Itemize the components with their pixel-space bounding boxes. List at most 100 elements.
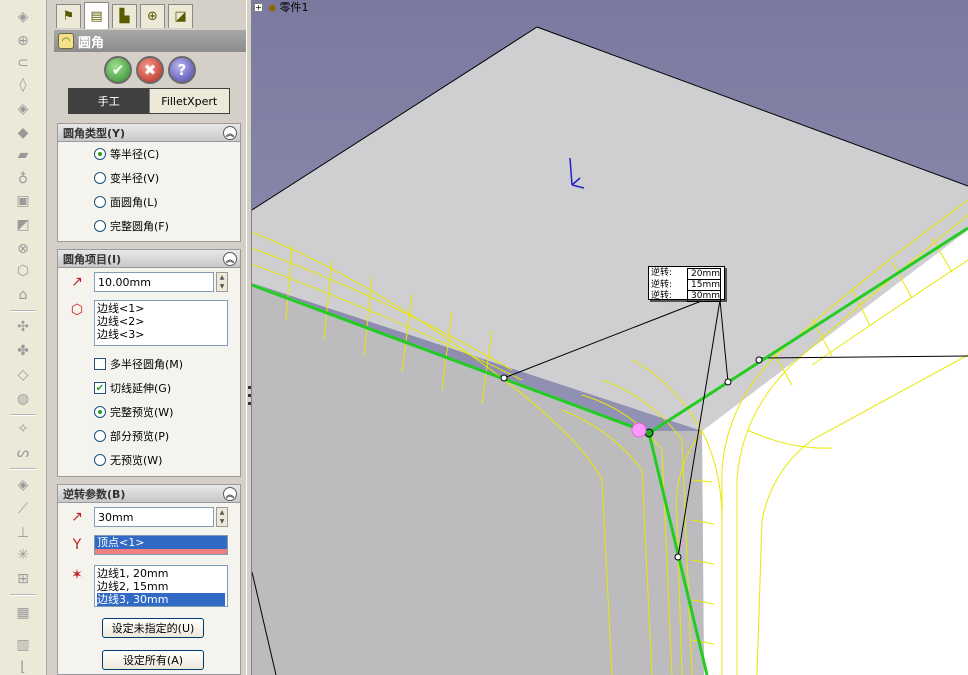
set-unassigned-button[interactable]: 设定未指定的(U) — [102, 618, 204, 638]
callout-row: 逆转: 20mm — [651, 268, 722, 280]
setback-edges-list[interactable]: 边线1, 20mm 边线2, 15mm 边线3, 30mm — [94, 565, 228, 607]
list-item[interactable]: 顶点<1> — [95, 536, 227, 549]
tab-manual[interactable]: 手工 — [69, 89, 149, 113]
pm-title-bar: ◠ 圆角 — [54, 30, 246, 52]
list-item[interactable]: 边线<2> — [97, 315, 225, 328]
collapse-chevron-icon[interactable]: ︽ — [223, 252, 237, 266]
edges-list[interactable]: 边线<1> 边线<2> 边线<3> — [94, 300, 228, 346]
configuration-manager-tab[interactable]: ▙ — [112, 4, 137, 28]
callout-value[interactable]: 20mm — [687, 268, 721, 280]
checkbox-tangent-propagation[interactable]: ✔ 切线延伸(G) — [94, 380, 171, 396]
sweep-icon[interactable]: ⊂ — [12, 54, 34, 72]
fillet-items-header[interactable]: 圆角项目(I) ︽ — [58, 250, 240, 268]
list-item[interactable]: 边线<1> — [97, 302, 225, 315]
dimxpert-icon: ⊕ — [147, 9, 158, 24]
toolbar-separator — [10, 468, 36, 470]
display-manager-tab[interactable]: ◪ — [168, 4, 193, 28]
fillet-icon[interactable]: ▣ — [12, 192, 34, 210]
feature-tree-icon: ⚑ — [62, 9, 75, 24]
toolbar-separator — [10, 310, 36, 312]
axis-icon[interactable]: ⟋ — [12, 500, 34, 518]
arrow-down-icon: ▼ — [219, 518, 225, 525]
help-icon: ? — [177, 61, 187, 79]
arrow-down-icon: ▼ — [219, 283, 225, 290]
part-name[interactable]: 零件1 — [279, 0, 308, 15]
dim-xpert-tab[interactable]: ⊕ — [140, 4, 165, 28]
radio-indicator — [94, 148, 106, 160]
collapse-chevron-icon[interactable]: ︽ — [223, 487, 237, 501]
loft-cut-icon[interactable]: ♁ — [12, 170, 34, 188]
ok-button[interactable]: ✔ — [104, 56, 132, 84]
expand-icon[interactable]: + — [254, 2, 263, 12]
list-item[interactable]: 边线3, 30mm — [97, 593, 225, 606]
collapse-chevron-icon[interactable]: ︽ — [223, 126, 237, 140]
set-all-button[interactable]: 设定所有(A) — [102, 650, 204, 670]
list-item[interactable]: 边线1, 20mm — [97, 567, 225, 580]
rib-icon[interactable]: ⊗ — [12, 240, 34, 258]
sweep-cut-icon[interactable]: ▰ — [12, 146, 34, 164]
cancel-button[interactable]: ✖ — [136, 56, 164, 84]
coordinate-system-icon[interactable]: ⊥ — [12, 524, 34, 542]
callout-label: 逆转: — [651, 291, 673, 301]
radio-full-round[interactable]: 完整圆角(F) — [94, 218, 169, 234]
point-icon[interactable]: ✳ — [12, 546, 34, 564]
mirror-icon[interactable]: ◇ — [12, 366, 34, 384]
radio-label: 面圆角(L) — [110, 196, 158, 209]
radio-face-fillet[interactable]: 面圆角(L) — [94, 194, 158, 210]
distance-spinner[interactable]: ▲ ▼ — [216, 507, 228, 527]
dome-icon[interactable]: ◍ — [12, 390, 34, 408]
callout-value[interactable]: 15mm — [687, 280, 721, 291]
setback-header[interactable]: 逆转参数(B) ︽ — [58, 485, 240, 503]
fillet-mode-tabs: 手工 FilletXpert — [68, 88, 230, 114]
radius-spinner[interactable]: ▲ ▼ — [216, 272, 228, 292]
draft-icon[interactable]: ⌂ — [12, 286, 34, 304]
loft-icon[interactable]: ◊ — [12, 76, 34, 94]
radio-label: 完整预览(W) — [110, 406, 174, 419]
checkbox-indicator — [94, 358, 106, 370]
revolve-cut-icon[interactable]: ◆ — [12, 124, 34, 142]
fillet-type-title: 圆角类型(Y) — [63, 126, 126, 140]
help-button[interactable]: ? — [168, 56, 196, 84]
corner-icon[interactable]: ⌊ — [12, 658, 34, 675]
graphics-area[interactable]: + ◆ 零件1 逆转: 20mm 逆转: 15mm 逆转: 30mm — [252, 0, 968, 675]
setback-callout[interactable]: 逆转: 20mm 逆转: 15mm 逆转: 30mm — [648, 266, 725, 302]
setback-distance-input[interactable]: 30mm — [94, 507, 214, 527]
callout-label: 逆转: — [651, 268, 673, 278]
radio-no-preview[interactable]: 无预览(W) — [94, 452, 162, 468]
setback-group: 逆转参数(B) ︽ ↗ 30mm ▲ ▼ Y 顶点<1> ✶ 边线1, 20mm … — [57, 484, 241, 675]
chamfer-icon[interactable]: ◩ — [12, 216, 34, 234]
curves-icon[interactable]: ✧ — [12, 420, 34, 438]
model-view[interactable] — [252, 0, 968, 675]
box-select-icon[interactable]: ▥ — [12, 636, 34, 654]
shell-icon[interactable]: ⬡ — [12, 262, 34, 280]
revolve-boss-icon[interactable]: ⊕ — [12, 32, 34, 50]
reference-plane-icon[interactable]: ◈ — [12, 476, 34, 494]
circular-pattern-icon[interactable]: ✤ — [12, 342, 34, 360]
property-manager-tab[interactable]: ▤ — [84, 2, 109, 29]
toolbar-separator — [10, 594, 36, 596]
toolbar-separator — [10, 414, 36, 416]
linear-pattern-icon[interactable]: ✣ — [12, 318, 34, 336]
callout-value[interactable]: 30mm — [687, 291, 721, 302]
radio-variable-radius[interactable]: 变半径(V) — [94, 170, 159, 186]
command-toolbar: ◈ ⊕ ⊂ ◊ ◈ ◆ ▰ ♁ ▣ ◩ ⊗ ⬡ ⌂ ✣ ✤ ◇ ◍ ✧ ᔕ ◈ … — [0, 0, 47, 675]
radio-constant-radius[interactable]: 等半径(C) — [94, 146, 159, 162]
property-sheet-icon: ▤ — [90, 8, 103, 24]
radio-partial-preview[interactable]: 部分预览(P) — [94, 428, 169, 444]
tab-filletxpert[interactable]: FilletXpert — [148, 89, 229, 113]
radius-input[interactable]: 10.00mm — [94, 272, 214, 292]
checkbox-multi-radius[interactable]: 多半径圆角(M) — [94, 356, 183, 372]
extrude-boss-icon[interactable]: ◈ — [12, 8, 34, 26]
radio-full-preview[interactable]: 完整预览(W) — [94, 404, 173, 420]
mate-reference-icon[interactable]: ⊞ — [12, 570, 34, 588]
vertex-list[interactable]: 顶点<1> — [94, 535, 228, 555]
spring-icon[interactable]: ᔕ — [12, 444, 34, 462]
list-item[interactable]: 边线<3> — [97, 328, 225, 341]
extrude-cut-icon[interactable]: ◈ — [12, 100, 34, 118]
feature-manager-tab[interactable]: ⚑ — [56, 4, 81, 28]
configuration-icon: ▙ — [119, 9, 130, 24]
fillet-type-header[interactable]: 圆角类型(Y) ︽ — [58, 124, 240, 142]
list-item[interactable]: 边线2, 15mm — [97, 580, 225, 593]
instant3d-icon[interactable]: ▦ — [12, 604, 34, 622]
arrow-up-icon: ▲ — [219, 509, 225, 516]
